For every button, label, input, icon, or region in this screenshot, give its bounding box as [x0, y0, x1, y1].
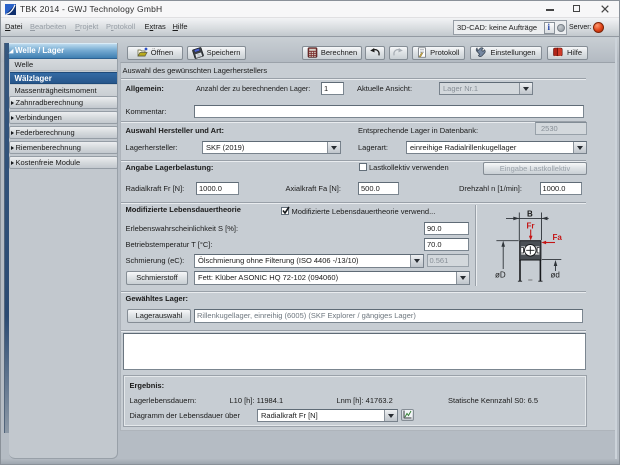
svg-text:B: B: [527, 210, 533, 219]
svg-text:ød: ød: [551, 271, 560, 280]
svg-text:Fr: Fr: [527, 222, 535, 231]
svg-text:Fa: Fa: [553, 233, 563, 242]
svg-text:øD: øD: [495, 271, 506, 280]
